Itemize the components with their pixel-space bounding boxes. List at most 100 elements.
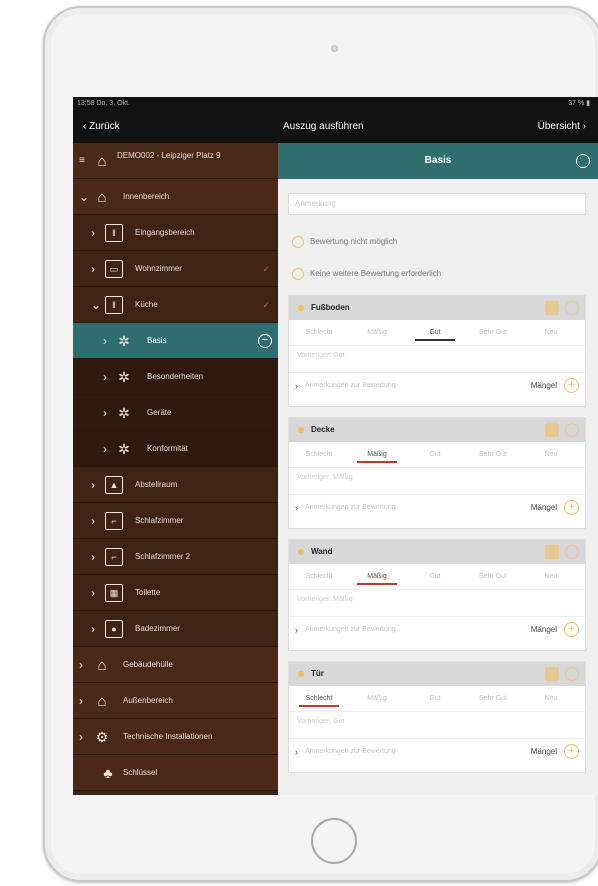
sidebar-item-schlafzimmer[interactable]: › ⌐ Schlafzimmer [73,503,278,539]
remarks-link[interactable]: Anmerkungen zur Bewertung [305,739,396,765]
kitchen-icon: ‖ [105,296,123,314]
rating-option-gut[interactable]: Gut [407,442,463,468]
sidebar-item-wohnzimmer[interactable]: › ▭ Wohnzimmer ✓ [73,251,278,287]
previous-rating: Vorheriger: Gut [297,718,345,725]
overview-button[interactable]: Übersicht › [538,110,586,143]
menu-icon[interactable]: ≡ [79,143,85,179]
card-title: Decke [311,425,335,434]
back-button[interactable]: ‹ Zurück [83,110,120,143]
sidebar-item-innenbereich[interactable]: ⌄ ⌂ Innenbereich [73,179,278,215]
chevron-right-icon: › [295,747,298,757]
sidebar-item-basis[interactable]: › ✲ Basis − [73,323,278,359]
sidebar-item-label: Wohnzimmer [135,264,182,273]
home-button[interactable] [311,818,357,864]
sidebar-item-geraete[interactable]: › ✲ Geräte [73,395,278,431]
remark-input[interactable]: Anmerkung [288,193,586,215]
rating-option-schlecht[interactable]: Schlecht [291,686,347,712]
rating-option-maessig[interactable]: Mäßig [349,442,405,468]
edit-icon[interactable] [565,545,579,559]
remarks-link[interactable]: Anmerkungen zur Bewertung [305,495,396,521]
overview-button-label: Übersicht [537,121,580,132]
sidebar-item-label: Schlüssel [123,768,158,777]
bed-icon: ⌐ [105,512,123,530]
option-rating-not-possible[interactable]: Bewertung nicht möglich [292,235,397,249]
rating-option-neu[interactable]: Neu [523,564,579,590]
rating-option-maessig[interactable]: Mäßig [349,320,405,346]
option-no-further-rating[interactable]: Keine weitere Bewertung erforderlich [292,267,441,281]
sofa-icon: ▭ [105,260,123,278]
rating-option-sehr-gut[interactable]: Sehr Gut [465,564,521,590]
note-icon[interactable] [545,423,559,437]
sidebar-item-technische-installationen[interactable]: › ⚙ Technische Installationen [73,719,278,755]
sidebar-item-schluessel[interactable]: ♣ Schlüssel [73,755,278,791]
rating-option-neu[interactable]: Neu [523,686,579,712]
add-defect-icon[interactable]: + [564,622,579,637]
edit-icon[interactable] [565,423,579,437]
sidebar-item-aussenbereich[interactable]: › ⌂ Außenbereich [73,683,278,719]
defects-label: Mängel [530,747,557,756]
sidebar-item-konformitaet[interactable]: › ✲ Konformität [73,431,278,467]
defects-label: Mängel [530,381,557,390]
house-icon: ⌂ [97,656,107,674]
rating-option-neu[interactable]: Neu [523,320,579,346]
sidebar-item-badezimmer[interactable]: › ● Badezimmer [73,611,278,647]
remove-icon[interactable]: − [258,334,272,348]
sidebar-item-schlafzimmer-2[interactable]: › ⌐ Schlafzimmer 2 [73,539,278,575]
rating-option-schlecht[interactable]: Schlecht [291,320,347,346]
radio-icon[interactable] [292,235,304,248]
status-dot-icon [298,671,304,677]
sidebar-item-gebaeudehuelle[interactable]: › ⌂ Gebäudehülle [73,647,278,683]
remarks-row[interactable]: › Anmerkungen zur Bewertung Mängel + [289,494,585,520]
rating-option-schlecht[interactable]: Schlecht [291,564,347,590]
add-defect-icon[interactable]: + [564,744,579,759]
sidebar-item-label: Abstellraum [135,480,178,489]
rating-option-sehr-gut[interactable]: Sehr Gut [465,442,521,468]
rating-option-neu[interactable]: Neu [523,442,579,468]
sidebar-item-toilette[interactable]: › ▦ Toilette [73,575,278,611]
defects-label: Mängel [530,625,557,634]
remarks-link[interactable]: Anmerkungen zur Bewertung [305,373,396,399]
sidebar-item-property[interactable]: ≡ ⌂ DEMO002 - Leipziger Platz 9 [73,143,278,179]
sidebar-item-abstellraum[interactable]: › ▲ Abstellraum [73,467,278,503]
rating-option-gut[interactable]: Gut [407,320,463,346]
radio-icon[interactable] [292,267,304,280]
note-icon[interactable] [545,301,559,315]
sidebar-item-kueche[interactable]: ⌄ ‖ Küche ✓ [73,287,278,323]
sidebar-item-label: Konformität [147,444,188,453]
rating-option-gut[interactable]: Gut [407,686,463,712]
rating-option-sehr-gut[interactable]: Sehr Gut [465,686,521,712]
remarks-link[interactable]: Anmerkungen zur Bewertung [305,617,396,643]
previous-rating: Vorheriger: Mäßig [297,596,353,603]
home-icon: ⌂ [97,152,107,170]
remarks-row[interactable]: › Anmerkungen zur Bewertung Mängel + [289,372,585,398]
note-icon[interactable] [545,545,559,559]
sidebar-item-eingangsbereich[interactable]: › ‖ Eingangsbereich [73,215,278,251]
remarks-row[interactable]: › Anmerkungen zur Bewertung Mängel + [289,738,585,764]
sidebar-item-label: Schlafzimmer [135,516,184,525]
sidebar-item-label: Küche [135,300,158,309]
add-defect-icon[interactable]: + [564,500,579,515]
edit-icon[interactable] [565,667,579,681]
check-icon: ✓ [262,300,270,310]
sidebar-item-label: DEMO002 - Leipziger Platz 9 [117,151,221,160]
rating-option-maessig[interactable]: Mäßig [349,686,405,712]
note-icon[interactable] [545,667,559,681]
status-dot-icon [298,427,304,433]
back-button-label: Zurück [89,121,120,132]
rating-card-fussboden: Fußboden Schlecht Mäßig Gut Sehr Gut Neu… [288,295,586,407]
chevron-right-icon: › [295,503,298,513]
rating-option-gut[interactable]: Gut [407,564,463,590]
options-icon[interactable] [576,154,590,168]
card-header: Decke [289,418,585,442]
rating-card-wand: Wand Schlecht Mäßig Gut Sehr Gut Neu Vor… [288,539,586,651]
add-defect-icon[interactable]: + [564,378,579,393]
bath-icon: ● [105,620,123,638]
rating-option-sehr-gut[interactable]: Sehr Gut [465,320,521,346]
sidebar-item-besonderheiten[interactable]: › ✲ Besonderheiten [73,359,278,395]
edit-icon[interactable] [565,301,579,315]
rating-card-decke: Decke Schlecht Mäßig Gut Sehr Gut Neu Vo… [288,417,586,529]
remarks-row[interactable]: › Anmerkungen zur Bewertung Mängel + [289,616,585,642]
rating-option-maessig[interactable]: Mäßig [349,564,405,590]
door-icon: ‖ [105,224,123,242]
rating-option-schlecht[interactable]: Schlecht [291,442,347,468]
